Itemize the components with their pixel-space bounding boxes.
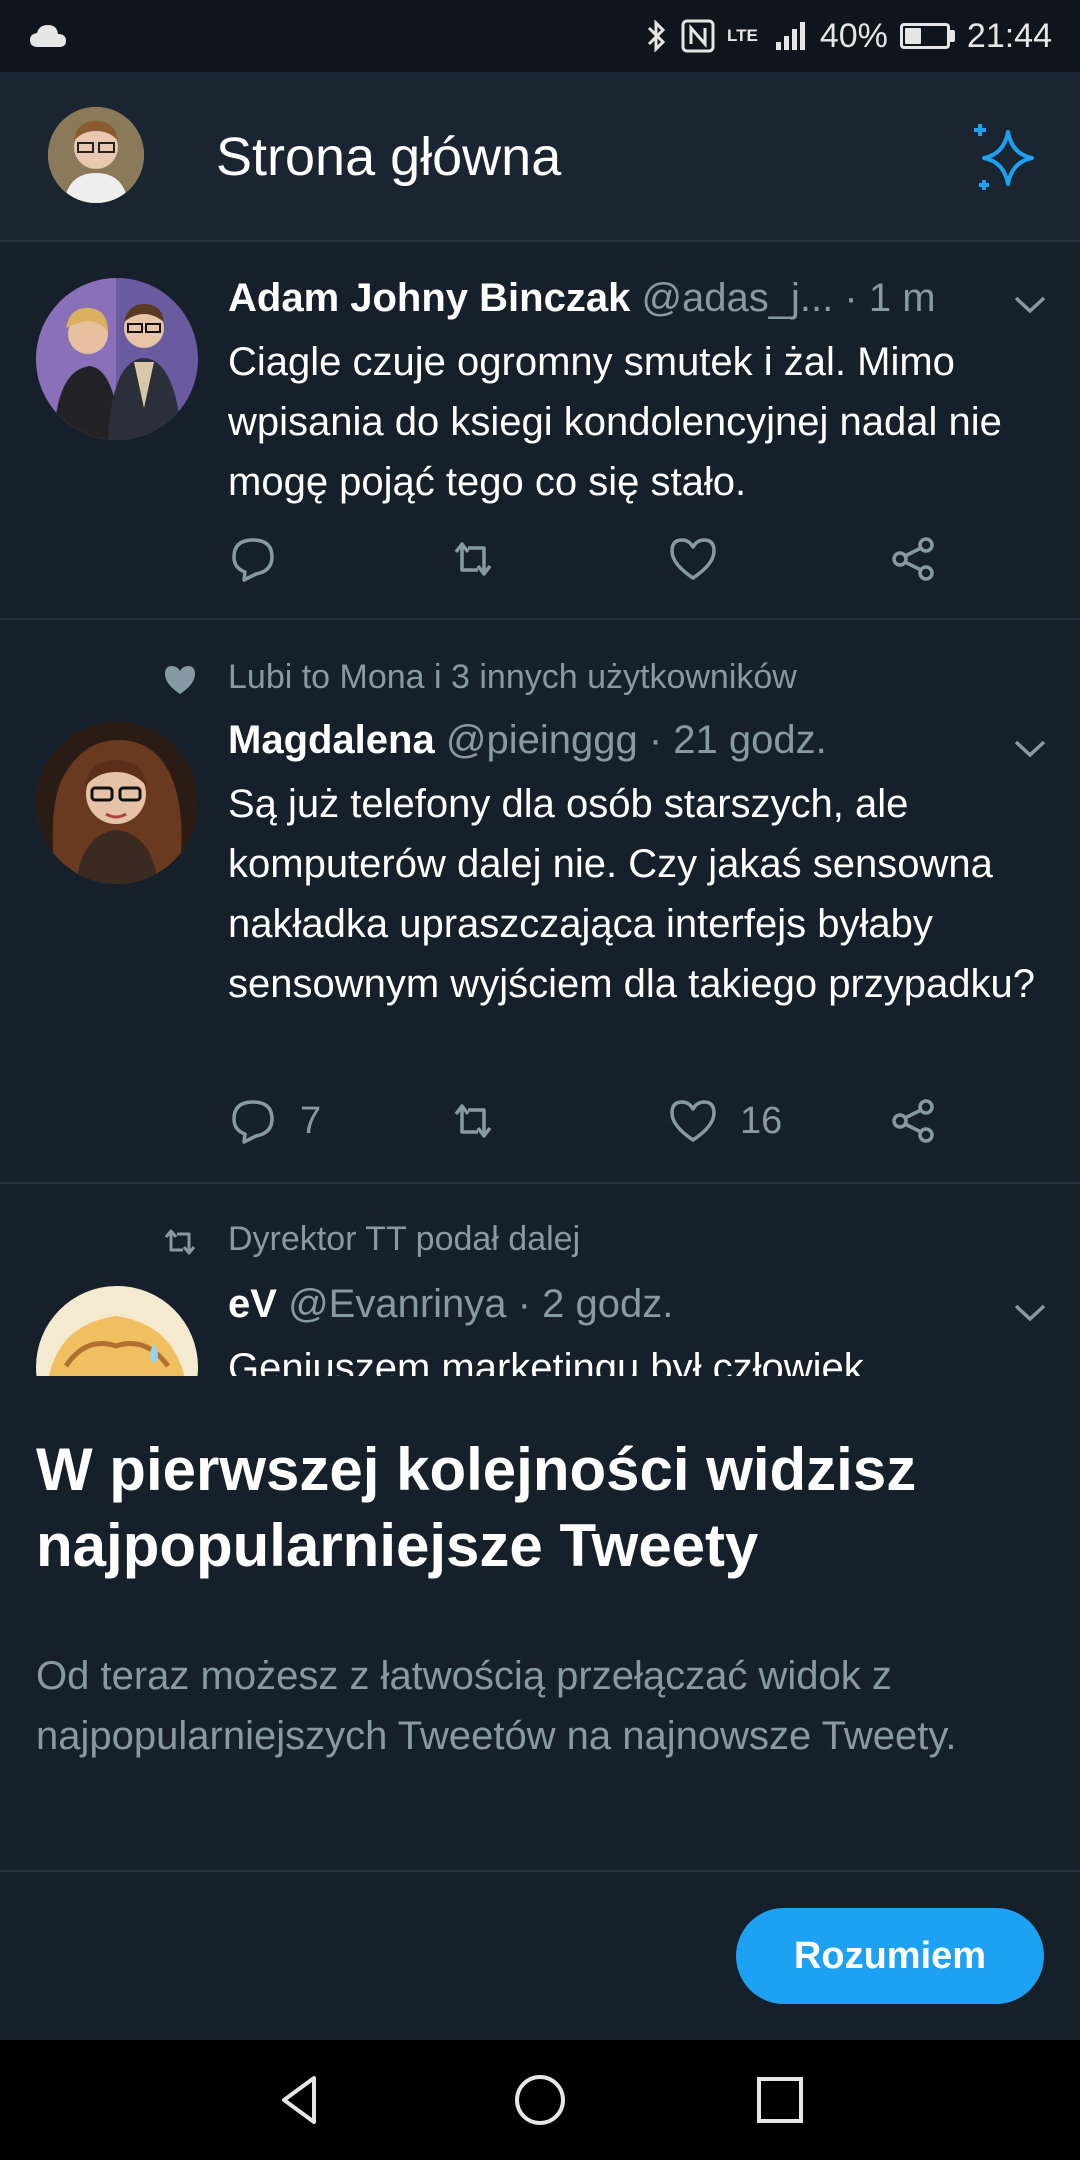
tweet-avatar[interactable] [36, 278, 198, 440]
reply-button[interactable]: 7 [228, 1096, 321, 1146]
tweet-handle: @pieinggg [445, 718, 638, 762]
chevron-down-icon[interactable] [1012, 292, 1048, 316]
system-nav-bar [0, 2040, 1080, 2160]
tweet-time: · 1 m [844, 276, 936, 320]
battery-icon [899, 23, 955, 49]
tweet-author-name[interactable]: eV [228, 1282, 277, 1326]
heart-icon [670, 1100, 716, 1142]
reply-button[interactable] [228, 534, 300, 584]
like-button[interactable]: 16 [668, 1096, 782, 1146]
tweet-text: Są już telefony dla osób starszych, ale … [228, 782, 1036, 1006]
retweet-icon [454, 542, 492, 576]
chevron-down-icon[interactable] [1012, 1300, 1048, 1324]
retweet-button[interactable] [448, 534, 498, 584]
social-context[interactable]: Dyrektor TT podał dalej [228, 1220, 580, 1259]
signal-icon [775, 22, 805, 50]
cloud-icon [30, 25, 66, 47]
tweet[interactable]: Lubi to Mona i 3 innych użytkowników Mag… [0, 620, 1080, 1184]
reply-icon [232, 1100, 274, 1144]
sparkle-icon[interactable] [968, 118, 1048, 198]
share-button[interactable] [888, 534, 938, 584]
back-icon[interactable] [270, 2070, 330, 2130]
tweet-handle: @adas_j... [641, 276, 834, 320]
tweet-time: · 2 godz. [517, 1282, 674, 1326]
tweet[interactable]: Adam Johny Binczak @adas_j... · 1 m Ciag… [0, 242, 1080, 620]
divider [0, 1870, 1080, 1872]
heart-icon [165, 666, 195, 694]
tweet-text: Ciagle czuje ogromny smutek i żal. Mimo … [228, 340, 1002, 504]
like-count: 16 [740, 1099, 783, 1142]
reply-icon [232, 538, 274, 582]
like-button[interactable] [668, 534, 740, 584]
nfc-icon [681, 19, 715, 53]
tweet-avatar[interactable] [36, 1286, 198, 1376]
tweet-time: · 21 godz. [648, 718, 827, 762]
top-app-bar: Strona główna [0, 72, 1080, 242]
timeline-feed[interactable]: Adam Johny Binczak @adas_j... · 1 m Ciag… [0, 242, 1080, 1376]
chevron-down-icon[interactable] [1012, 736, 1048, 760]
social-context[interactable]: Lubi to Mona i 3 innych użytkowników [228, 658, 797, 697]
sheet-body: Od teraz możesz z łatwością przełączać w… [36, 1654, 957, 1758]
tweet-text: Geniuszem marketingu był człowiek, [228, 1346, 875, 1376]
retweet-icon [454, 1104, 492, 1138]
reply-count: 7 [300, 1099, 322, 1142]
bluetooth-icon [647, 19, 666, 53]
clock: 21:44 [966, 16, 1052, 55]
tweet-avatar[interactable] [36, 722, 198, 884]
retweet-icon [164, 1229, 196, 1255]
tweet-author-name[interactable]: Adam Johny Binczak [228, 276, 630, 320]
profile-avatar[interactable] [48, 107, 144, 203]
battery-percent: 40% [819, 16, 888, 55]
home-icon[interactable] [510, 2070, 570, 2130]
tweet-handle: @Evanrinya [288, 1282, 507, 1326]
tweet-actions: 7 16 [228, 1096, 1048, 1156]
recents-icon[interactable] [750, 2070, 810, 2130]
tweet-actions [228, 534, 1048, 594]
sheet-title: W pierwszej kolejności widzisz najpopula… [36, 1436, 917, 1579]
share-icon [892, 537, 934, 581]
network-type: LTE [726, 26, 758, 45]
share-icon [892, 1099, 934, 1143]
heart-icon [670, 538, 716, 580]
got-it-button[interactable]: Rozumiem [736, 1908, 1044, 2004]
tweet[interactable]: Dyrektor TT podał dalej eV @Evanrinya · … [0, 1184, 1080, 1376]
share-button[interactable] [888, 1096, 938, 1146]
status-bar: LTE 40% 21:44 [0, 0, 1080, 72]
retweet-button[interactable] [448, 1096, 498, 1146]
tweet-author-name[interactable]: Magdalena [228, 718, 435, 762]
page-title: Strona główna [216, 127, 562, 187]
info-bottom-sheet: W pierwszej kolejności widzisz najpopula… [0, 1376, 1080, 2040]
